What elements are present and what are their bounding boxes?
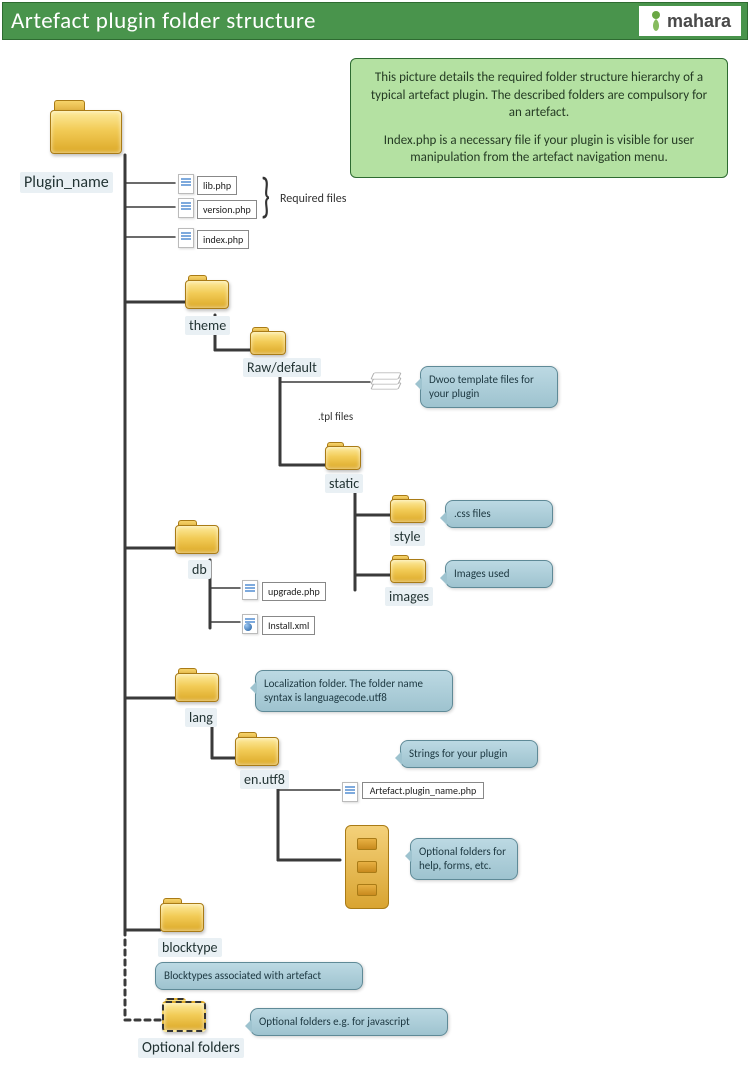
label-optional-folders: Optional folders [138,1038,244,1058]
callout-strings: Strings for your plugin [400,740,538,768]
info-p1: This picture details the required folder… [363,69,715,122]
folder-icon-optional [162,998,206,1032]
folder-icon [185,275,229,309]
file-icon [242,614,258,634]
folder-icon [390,495,426,523]
label-raw-default: Raw/default [243,358,321,377]
file-icon [178,228,194,248]
label-images: images [385,587,433,606]
label-plugin-name: Plugin_name [20,172,113,193]
header-bar: Artefact plugin folder structure mahara [2,2,748,40]
label-blocktype: blocktype [158,938,222,957]
folder-icon [390,555,426,583]
label-static: static [325,474,363,493]
folder-icon [160,898,204,932]
callout-optional-help: Optional folders for help, forms, etc. [410,838,518,880]
callout-localization: Localization folder. The folder name syn… [255,670,453,712]
label-db: db [188,560,211,579]
file-label-artefactphp: Artefact.plugin_name.php [362,782,484,799]
label-required-files: Required files [280,192,346,206]
page-title: Artefact plugin folder structure [11,7,316,35]
callout-dwoo: Dwoo template files for your plugin [420,366,558,408]
file-label-upgrade: upgrade.php [262,582,326,601]
logo-text: mahara [667,11,731,32]
file-label-lib: lib.php [197,176,237,195]
label-theme: theme [185,316,230,335]
callout-blocktypes: Blocktypes associated with artefact [155,962,363,990]
folder-icon [250,327,286,355]
folder-icon [325,442,361,470]
diagram-canvas: Artefact plugin folder structure mahara … [0,0,750,1076]
info-box: This picture details the required folder… [350,58,728,178]
label-lang: lang [185,708,217,727]
file-icon [178,198,194,218]
folder-icon [235,732,279,766]
multi-folder-icon [345,825,389,909]
logo: mahara [639,6,741,36]
folder-icon [175,668,219,702]
file-icon [342,782,358,802]
mahara-icon [649,10,663,32]
file-icon [178,174,194,194]
callout-optional-js: Optional folders e.g. for javascript [250,1008,448,1036]
file-label-version: version.php [197,200,257,219]
label-enutf8: en.utf8 [240,770,289,789]
brace-icon: } [261,172,270,220]
callout-images: Images used [445,560,553,588]
callout-css: .css files [445,500,553,528]
label-tpl: .tpl files [318,410,353,423]
file-icon [242,580,258,600]
folder-icon [50,100,122,154]
info-p2: Index.php is a necessary file if your pl… [363,132,715,167]
folder-icon [175,520,219,554]
label-style: style [390,527,425,546]
stack-icon [372,370,398,392]
file-label-index: index.php [197,230,249,249]
file-label-install: Install.xml [262,616,315,635]
